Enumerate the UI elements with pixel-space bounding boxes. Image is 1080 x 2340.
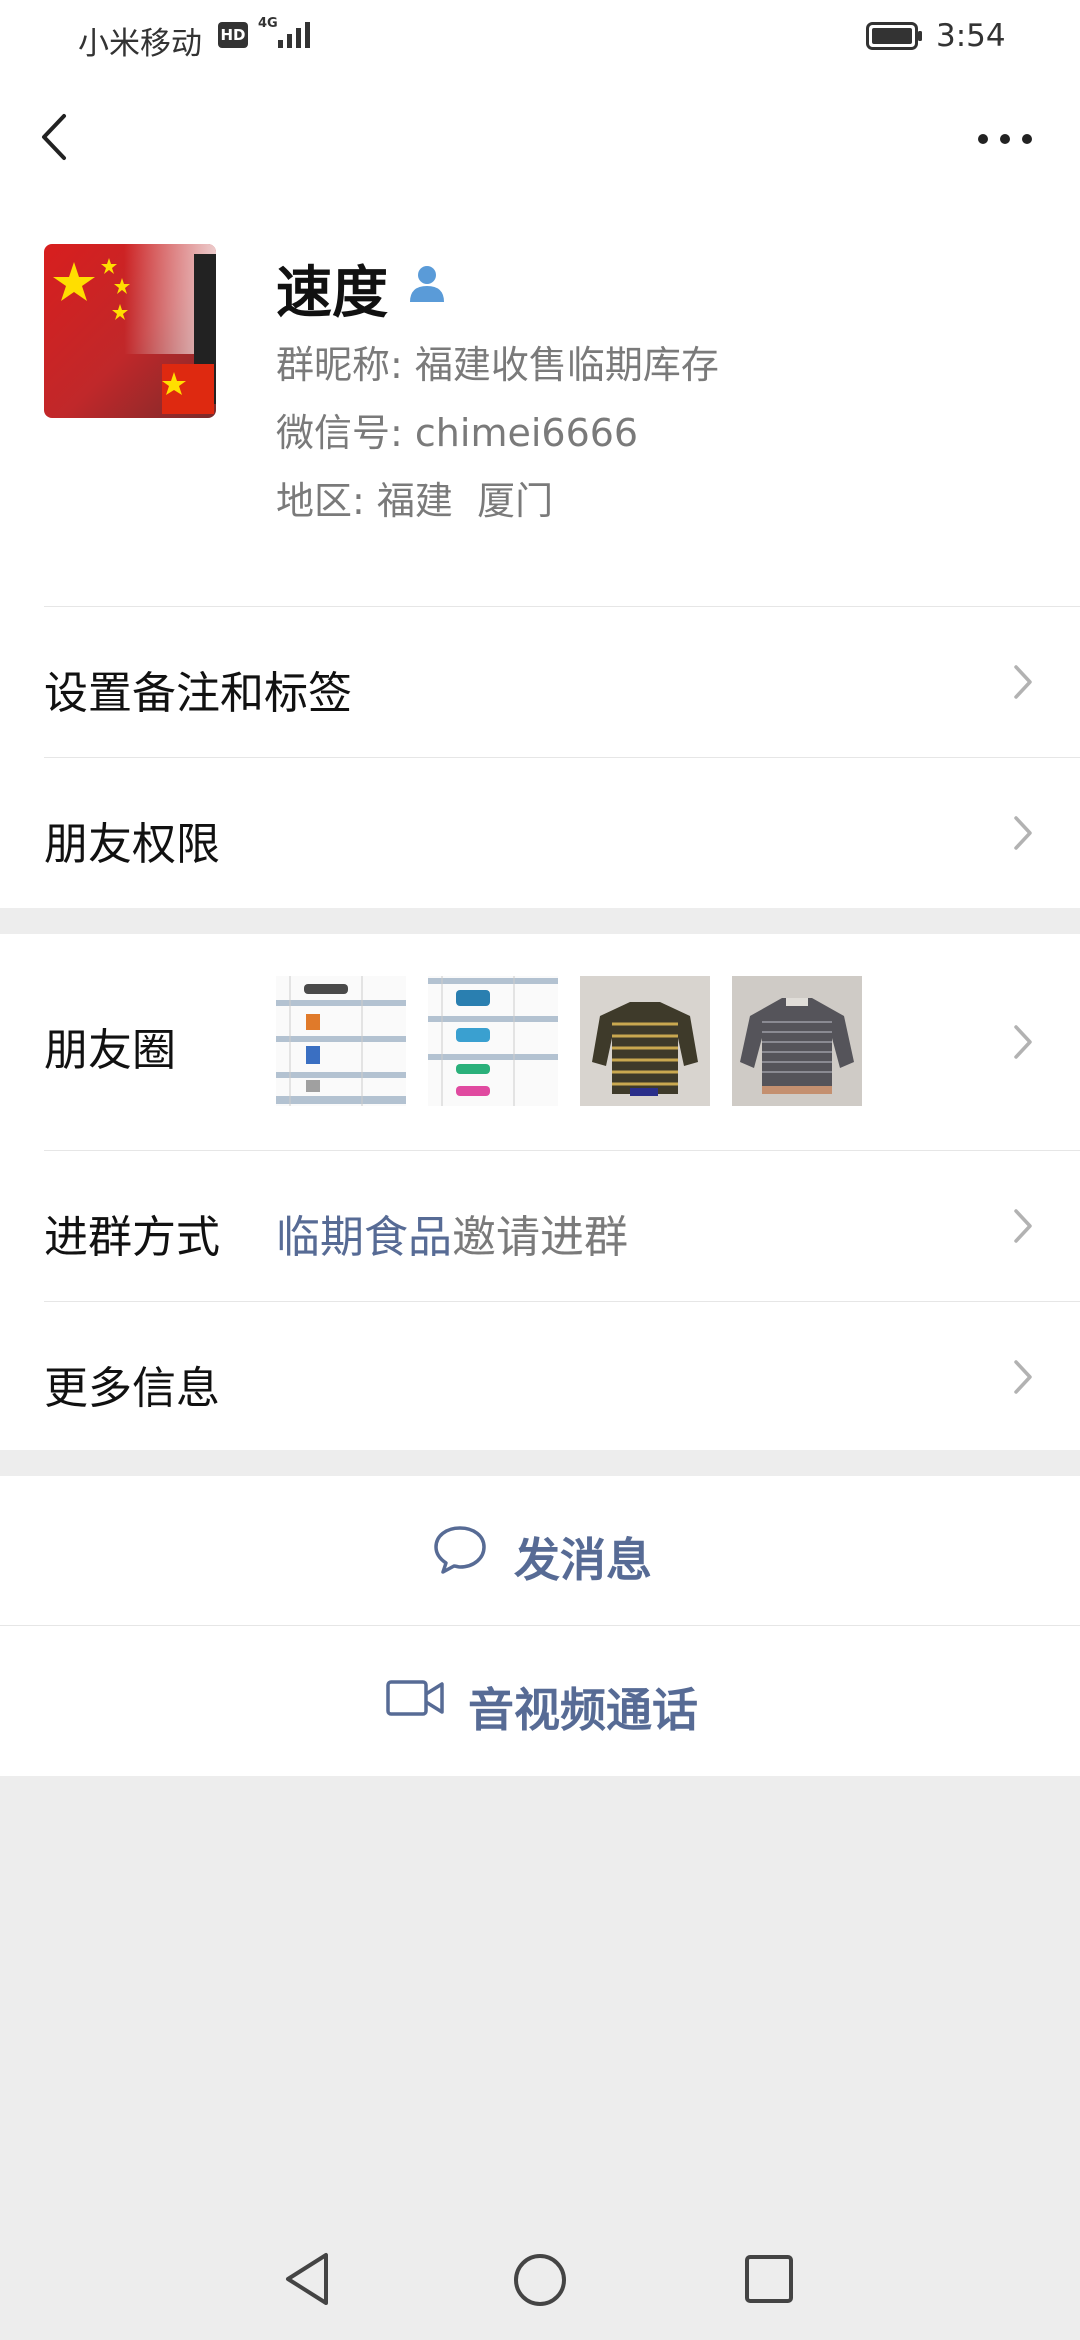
- nickname-label: 群昵称:: [276, 343, 403, 387]
- video-call-label: 音视频通话: [468, 1683, 698, 1737]
- join-method-suffix: 邀请进群: [452, 1212, 628, 1263]
- moments-thumbnail-3[interactable]: [580, 976, 710, 1106]
- more-info-item[interactable]: 更多信息: [0, 1302, 1080, 1450]
- nav-bar: [0, 74, 1080, 200]
- clock: 3:54: [936, 18, 1006, 54]
- system-navigation-bar: [0, 2220, 1080, 2340]
- product-table-image: [276, 976, 406, 1106]
- contact-name: 速度: [276, 261, 388, 326]
- back-icon[interactable]: [30, 104, 80, 170]
- chevron-right-icon: [1014, 665, 1032, 699]
- more-info-label: 更多信息: [44, 1363, 220, 1414]
- home-circle-icon[interactable]: [512, 2252, 568, 2308]
- nickname-row: 群昵称: 福建收售临期库存: [276, 334, 719, 389]
- moments-label: 朋友圈: [44, 1025, 176, 1076]
- more-options-icon[interactable]: [970, 114, 1040, 164]
- join-method-value: 临期食品邀请进群: [276, 1201, 628, 1265]
- person-icon: [410, 266, 444, 302]
- join-method-group-link[interactable]: 临期食品: [276, 1212, 452, 1263]
- carrier-name: 小米移动: [78, 26, 202, 62]
- wechat-id-value: chimei6666: [414, 411, 639, 455]
- chat-bubble-icon: [434, 1526, 486, 1574]
- region-value: 福建 厦门: [376, 479, 554, 523]
- wechat-id-row: 微信号: chimei6666: [276, 402, 638, 457]
- region-label: 地区:: [276, 479, 365, 523]
- region-row: 地区: 福建 厦门: [276, 470, 553, 525]
- signal-icon: [278, 22, 310, 48]
- back-triangle-icon[interactable]: [282, 2250, 332, 2308]
- status-bar: 小米移动 HD 4G 3:54: [0, 0, 1080, 74]
- moments-thumbnail-4[interactable]: [732, 976, 862, 1106]
- profile-header: 小米移动 HD 4G 3:54 速度 群昵称: 福建收售临期库存 微信号: ch…: [0, 0, 1080, 582]
- action-group: 发消息 音视频通话: [0, 1476, 1080, 1776]
- chevron-right-icon: [1014, 1025, 1032, 1059]
- video-camera-icon: [386, 1680, 444, 1716]
- chevron-right-icon: [1014, 1360, 1032, 1394]
- moments-thumbnail-2[interactable]: [428, 976, 558, 1106]
- chevron-right-icon: [1014, 816, 1032, 850]
- remark-tags-item[interactable]: 设置备注和标签: [0, 607, 1080, 757]
- settings-group: 设置备注和标签 朋友权限: [0, 582, 1080, 908]
- avatar[interactable]: [44, 244, 216, 418]
- friend-permissions-label: 朋友权限: [44, 819, 220, 870]
- video-call-button[interactable]: 音视频通话: [0, 1626, 1080, 1776]
- battery-icon: [866, 22, 922, 50]
- sweater-image: [732, 976, 862, 1106]
- wechat-id-label: 微信号:: [276, 411, 403, 455]
- chevron-right-icon: [1014, 1209, 1032, 1243]
- sweater-image: [580, 976, 710, 1106]
- hd-badge: HD: [218, 22, 248, 48]
- friend-permissions-item[interactable]: 朋友权限: [0, 758, 1080, 908]
- recents-square-icon[interactable]: [744, 2254, 794, 2304]
- send-message-label: 发消息: [514, 1533, 652, 1587]
- join-method-item[interactable]: 进群方式 临期食品邀请进群: [0, 1151, 1080, 1301]
- remark-tags-label: 设置备注和标签: [44, 668, 352, 719]
- network-type: 4G: [258, 16, 278, 31]
- nickname-value: 福建收售临期库存: [414, 343, 719, 387]
- moments-thumbnail-1[interactable]: [276, 976, 406, 1106]
- send-message-button[interactable]: 发消息: [0, 1476, 1080, 1625]
- avatar-flag-image: [44, 244, 216, 418]
- join-method-label: 进群方式: [44, 1212, 220, 1263]
- product-table-image: [428, 976, 558, 1106]
